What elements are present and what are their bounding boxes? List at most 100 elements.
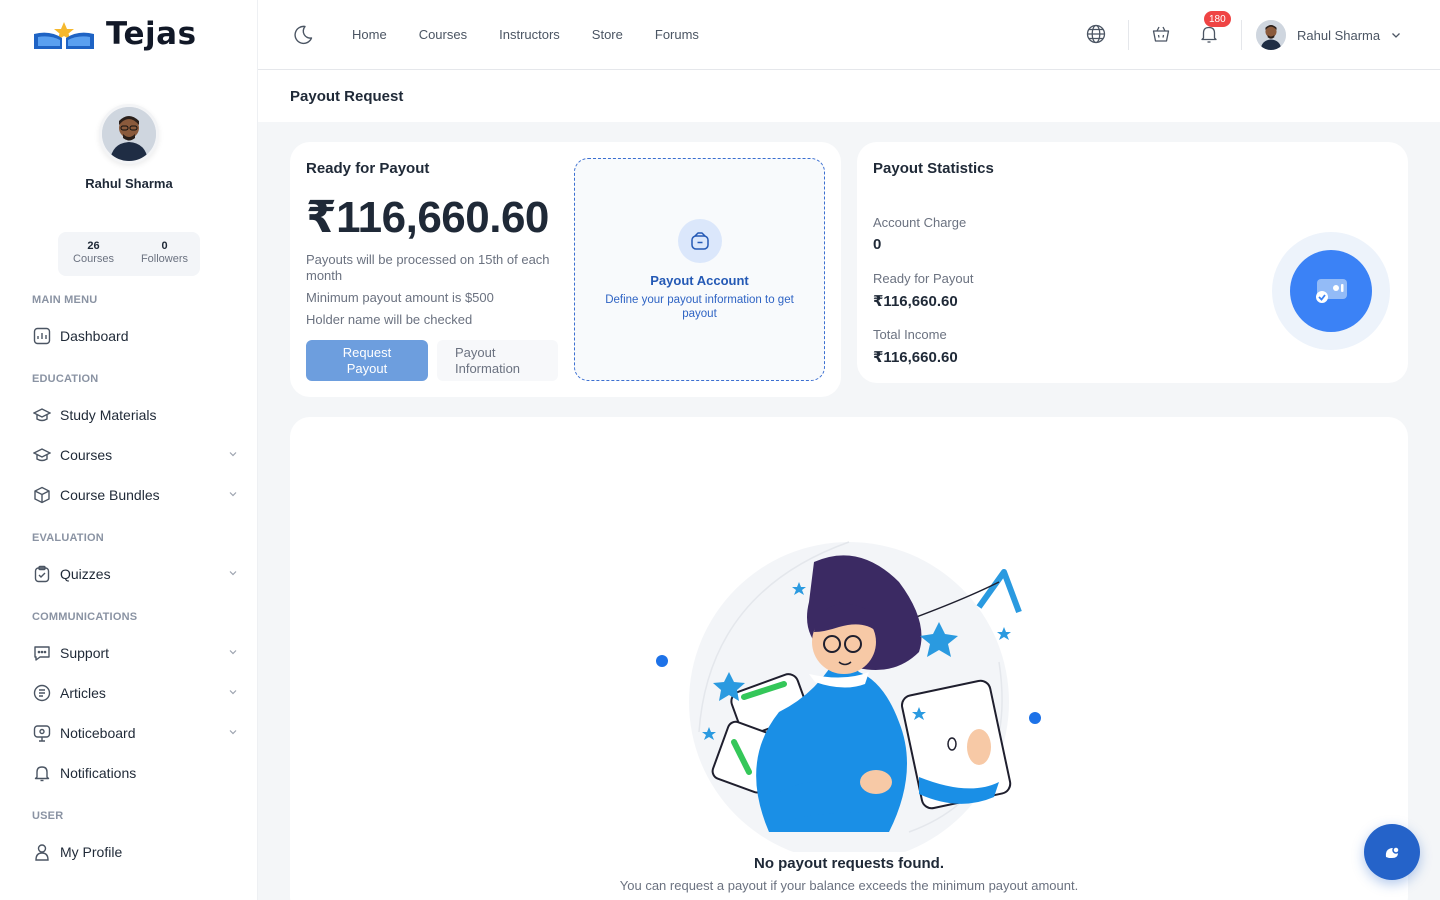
stat-followers-value: 0 xyxy=(161,240,168,252)
sidebar-item-my-profile[interactable]: My Profile xyxy=(32,840,240,864)
sidebar-item-quizzes[interactable]: Quizzes xyxy=(32,562,240,586)
user-menu[interactable]: Rahul Sharma xyxy=(1256,20,1402,50)
user-icon xyxy=(32,842,52,862)
cart-button[interactable] xyxy=(1149,22,1173,46)
brand-logo[interactable]: Tejas xyxy=(32,16,197,52)
payout-account-box[interactable]: Payout Account Define your payout inform… xyxy=(574,158,825,381)
chevron-down-icon xyxy=(229,650,237,655)
bell-icon xyxy=(1201,26,1217,43)
stat-followers[interactable]: 0 Followers xyxy=(129,232,200,276)
basket-icon xyxy=(1152,26,1170,42)
section-communications: COMMUNICATIONS xyxy=(32,611,138,623)
theme-toggle[interactable] xyxy=(292,24,314,51)
sidebar-item-label: Courses xyxy=(60,447,113,463)
button-label: Payout Information xyxy=(455,344,521,376)
globe-icon xyxy=(1086,24,1106,44)
chevron-down-icon xyxy=(229,492,237,497)
noticeboard-icon xyxy=(32,723,52,743)
sidebar-item-label: Notifications xyxy=(60,765,137,781)
sidebar-item-label: Articles xyxy=(60,685,106,701)
stat-followers-label: Followers xyxy=(140,253,189,265)
box-icon xyxy=(32,485,52,505)
empty-state-description: You can request a payout if your balance… xyxy=(619,878,1079,893)
payout-requests-card: No payout requests found. You can reques… xyxy=(290,417,1408,900)
info-minimum: Minimum payout amount is $500 xyxy=(306,290,494,305)
stat-label-total-income: Total Income xyxy=(873,327,947,342)
nav-link-home[interactable]: Home xyxy=(352,27,387,42)
ready-for-payout-card: Ready for Payout ₹116,660.60 Payouts wil… xyxy=(290,142,841,397)
payout-information-button[interactable]: Payout Information xyxy=(437,340,558,381)
top-navbar: Home Courses Instructors Store Forums 18… xyxy=(258,0,1440,70)
stat-courses-value: 26 xyxy=(87,240,100,252)
language-button[interactable] xyxy=(1084,22,1108,46)
profile-name: Rahul Sharma xyxy=(85,176,173,191)
card-title: Ready for Payout xyxy=(306,160,430,177)
stat-label-account-charge: Account Charge xyxy=(873,215,967,230)
divider xyxy=(1241,20,1242,50)
chevron-down-icon xyxy=(229,452,237,457)
info-holder: Holder name will be checked xyxy=(306,312,473,327)
sidebar-item-notifications[interactable]: Notifications xyxy=(32,761,240,785)
sidebar-item-label: Dashboard xyxy=(60,328,129,344)
clipboard-check-icon xyxy=(32,564,52,584)
sidebar-item-label: Course Bundles xyxy=(60,487,160,503)
notification-badge: 180 xyxy=(1204,11,1231,27)
payout-account-title: Payout Account xyxy=(650,273,749,288)
chevron-down-icon xyxy=(229,730,237,735)
sidebar-item-label: Noticeboard xyxy=(60,725,136,741)
nav-link-instructors[interactable]: Instructors xyxy=(499,27,560,42)
profile-stats: 26 Courses 0 Followers xyxy=(58,232,200,276)
article-icon xyxy=(32,683,52,703)
stat-courses[interactable]: 26 Courses xyxy=(58,232,129,276)
stat-courses-label: Courses xyxy=(73,253,114,265)
sidebar-item-noticeboard[interactable]: Noticeboard xyxy=(32,721,240,745)
brand-name: Tejas xyxy=(106,16,197,52)
avatar xyxy=(1256,20,1286,50)
dashboard-icon xyxy=(32,326,52,346)
sidebar: Tejas Rahul Sharma 26 Courses 0 Follower… xyxy=(0,0,258,900)
nav-link-forums[interactable]: Forums xyxy=(655,27,699,42)
stat-label-ready-for-payout: Ready for Payout xyxy=(873,271,974,286)
user-name: Rahul Sharma xyxy=(1297,27,1381,43)
graduation-cap-icon xyxy=(32,445,52,465)
moon-icon xyxy=(294,25,313,45)
section-user: USER xyxy=(32,810,64,822)
info-schedule: Payouts will be processed on 15th of eac… xyxy=(306,252,550,283)
button-label: Request Payout xyxy=(342,344,392,376)
graduation-cap-icon xyxy=(32,405,52,425)
sidebar-item-support[interactable]: Support xyxy=(32,641,240,665)
chat-icon xyxy=(1385,846,1400,858)
bell-icon xyxy=(32,763,52,783)
sidebar-item-articles[interactable]: Articles xyxy=(32,681,240,705)
section-main-menu: MAIN MENU xyxy=(32,294,98,306)
stat-value-ready-for-payout: ₹116,660.60 xyxy=(873,293,958,310)
sidebar-item-label: Support xyxy=(60,645,110,661)
sidebar-item-dashboard[interactable]: Dashboard xyxy=(32,324,240,348)
nav-link-store[interactable]: Store xyxy=(592,27,623,42)
user-photo-icon xyxy=(1256,20,1286,50)
stat-value-account-charge: 0 xyxy=(873,236,882,253)
divider xyxy=(1128,20,1129,50)
chevron-down-icon xyxy=(229,690,237,695)
woman-with-laptop-illustration xyxy=(656,541,1041,852)
id-card-check-icon xyxy=(1316,279,1347,303)
page-header: Payout Request xyxy=(258,70,1440,122)
chevron-down-icon xyxy=(229,571,237,576)
chat-support-button[interactable] xyxy=(1364,824,1420,880)
card-title: Payout Statistics xyxy=(873,160,994,177)
sidebar-item-course-bundles[interactable]: Course Bundles xyxy=(32,483,240,507)
sidebar-item-study-materials[interactable]: Study Materials xyxy=(32,403,240,427)
empty-state-title: No payout requests found. xyxy=(753,855,944,872)
nav-link-courses[interactable]: Courses xyxy=(419,27,467,42)
wallet-icon xyxy=(677,219,722,263)
user-photo-icon xyxy=(102,107,156,161)
stat-value-total-income: ₹116,660.60 xyxy=(873,349,958,366)
request-payout-button[interactable]: Request Payout xyxy=(306,340,428,381)
avatar[interactable] xyxy=(99,104,159,164)
main-nav: Home Courses Instructors Store Forums xyxy=(352,27,731,42)
stats-illustration xyxy=(1272,232,1390,350)
chat-bubble-icon xyxy=(32,643,52,663)
sidebar-item-label: My Profile xyxy=(60,844,123,860)
payout-account-description: Define your payout information to get pa… xyxy=(605,294,794,320)
sidebar-item-courses[interactable]: Courses xyxy=(32,443,240,467)
